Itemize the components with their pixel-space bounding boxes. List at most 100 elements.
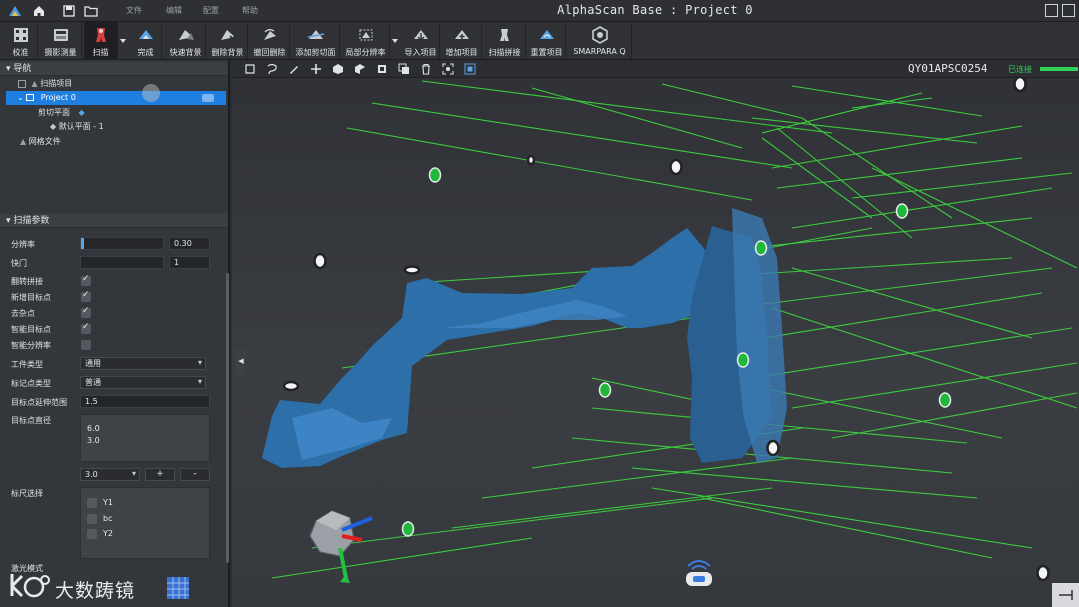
diameter-select[interactable]: 3.0 <box>80 468 140 481</box>
tree-label-scan-project: 扫描项目 <box>40 79 73 88</box>
finish-label: 完成 <box>137 48 154 57</box>
orientation-cube <box>309 510 373 583</box>
finish-button[interactable]: 完成 <box>130 22 162 60</box>
smart-resolution-label: 智能分辨率 <box>11 341 51 350</box>
qr-pattern-icon <box>167 577 189 599</box>
undo-delete-button[interactable]: 撤回删除 <box>250 22 290 60</box>
scale-y1-checkbox[interactable] <box>87 498 97 508</box>
calibration-grid-icon <box>13 25 29 45</box>
lasso-icon[interactable] <box>266 63 278 75</box>
view-iso-icon[interactable] <box>354 63 366 75</box>
home-icon[interactable] <box>32 4 46 18</box>
reset-project-button[interactable]: 重置项目 <box>528 22 566 60</box>
local-resolution-label: 局部分辨率 <box>345 48 386 57</box>
menu-edit[interactable]: 编辑 <box>166 5 182 16</box>
delete-background-button[interactable]: 删除背景 <box>208 22 248 60</box>
smart-resolution-checkbox[interactable] <box>81 340 91 350</box>
scan-mesh <box>262 208 787 468</box>
scale-bc-checkbox[interactable] <box>87 514 97 524</box>
pan-icon[interactable] <box>310 63 322 75</box>
denoise-checkbox[interactable] <box>81 306 91 318</box>
window-title: AlphaScan Base : Project 0 <box>557 3 753 17</box>
flip-stitch-checkbox[interactable] <box>81 274 91 286</box>
menu-config[interactable]: 配置 <box>203 5 219 16</box>
tree-item-mesh-file[interactable]: ▲ 网格文件 <box>20 135 61 149</box>
save-icon[interactable] <box>62 4 76 18</box>
resolution-label: 分辨率 <box>11 240 35 249</box>
add-diameter-button[interactable]: + <box>145 468 175 481</box>
tree-label-mesh-file: 网格文件 <box>28 137 61 146</box>
tree-item-default-plane[interactable]: ◆ 默认平面 - 1 <box>50 120 104 134</box>
scale-y2-label: Y2 <box>103 529 113 538</box>
menu-help[interactable]: 帮助 <box>242 5 258 16</box>
local-resolution-dropdown-icon[interactable] <box>392 38 398 44</box>
brush-icon[interactable] <box>288 63 300 75</box>
calibrate-button[interactable]: 校准 <box>4 22 38 60</box>
flip-stitch-label: 翻转拼接 <box>11 277 43 286</box>
scale-select-label: 标尺选择 <box>11 489 43 498</box>
quick-background-button[interactable]: 快速背景 <box>166 22 206 60</box>
viewport-toolbar: QY01APSC0254 已连接 <box>232 60 1079 78</box>
scale-list[interactable]: Y1 bc Y2 <box>80 487 210 559</box>
photogrammetry-icon <box>53 25 69 45</box>
marker-type-select[interactable]: 普通 <box>80 376 206 389</box>
fit-view-icon[interactable] <box>442 63 454 75</box>
add-clip-plane-button[interactable]: 添加剪切面 <box>292 22 340 60</box>
tree-item-project-0[interactable]: ⌄ Project 0 <box>6 91 226 105</box>
new-targets-checkbox[interactable] <box>81 290 91 302</box>
import-project-button[interactable]: 导入项目 <box>402 22 440 60</box>
trash-icon[interactable] <box>420 63 432 75</box>
list-item[interactable]: 3.0 <box>87 436 100 445</box>
target-diameter-list[interactable]: 6.0 3.0 <box>80 414 210 462</box>
select-rect-icon[interactable] <box>244 63 256 75</box>
clip-plane-small-icon: ◆ <box>78 108 85 117</box>
params-section-header[interactable]: ▾ 扫描参数 <box>0 214 228 228</box>
visibility-toggle-icon[interactable] <box>202 94 214 102</box>
scan-stitch-button[interactable]: 扫描拼接 <box>484 22 526 60</box>
nav-section-header[interactable]: ▾ 导航 <box>0 62 228 76</box>
plane-icon: ◆ <box>50 122 59 131</box>
nav-section-title: 导航 <box>13 64 32 74</box>
menu-file[interactable]: 文件 <box>126 5 142 16</box>
left-panel: ▾ 导航 ▲ 扫描项目 ⌄ Project 0 剪切平面 ◆ ◆ 默认平面 - … <box>0 60 230 607</box>
scale-bc-label: bc <box>103 514 113 523</box>
local-resolution-icon <box>357 25 375 45</box>
3d-viewport[interactable]: QY01APSC0254 已连接 ◀ <box>232 60 1079 607</box>
scan-dropdown-icon[interactable] <box>120 38 126 44</box>
local-resolution-button[interactable]: 局部分辨率 <box>342 22 390 60</box>
delete-background-label: 删除背景 <box>211 48 244 57</box>
shutter-input[interactable]: 1 <box>169 256 210 269</box>
connection-status: 已连接 <box>1008 65 1032 74</box>
hexagon-icon <box>591 25 609 45</box>
view-front-icon[interactable] <box>332 63 344 75</box>
open-folder-icon[interactable] <box>84 4 98 18</box>
add-project-button[interactable]: 增加项目 <box>442 22 482 60</box>
smart-targets-checkbox[interactable] <box>81 322 91 334</box>
view-top-icon[interactable] <box>376 63 388 75</box>
layers-icon[interactable] <box>398 63 410 75</box>
resolution-slider[interactable] <box>80 237 164 250</box>
tree-label-default-plane: 默认平面 - 1 <box>58 122 104 131</box>
tree-item-clip-plane[interactable]: 剪切平面 ◆ <box>38 106 85 120</box>
target-markers-green <box>401 167 952 537</box>
app-logo-icon <box>9 6 21 16</box>
remove-diameter-button[interactable]: - <box>180 468 210 481</box>
scan-button[interactable]: 扫描 <box>84 22 118 60</box>
smarpara-q-button[interactable]: SMARPARA Q <box>568 22 632 60</box>
photogrammetry-button[interactable]: 摄影测量 <box>40 22 82 60</box>
zoom-fit-icon[interactable] <box>464 63 476 75</box>
tree-item-scan-project[interactable]: ▲ 扫描项目 <box>18 77 72 91</box>
maximize-window-button[interactable] <box>1062 4 1075 17</box>
workpiece-type-select[interactable]: 通用 <box>80 357 206 370</box>
params-scrollbar[interactable] <box>226 273 229 563</box>
scale-y2-checkbox[interactable] <box>87 529 97 539</box>
scale-y1-label: Y1 <box>103 498 113 507</box>
restore-window-button[interactable] <box>1045 4 1058 17</box>
target-range-label: 目标点延伸范围 <box>11 398 67 407</box>
list-item[interactable]: 6.0 <box>87 424 100 433</box>
chevron-down-icon: ⌄ <box>17 93 27 102</box>
target-range-input[interactable]: 1.5 <box>80 395 210 408</box>
undo-delete-icon <box>261 25 279 45</box>
shutter-slider[interactable] <box>80 256 164 269</box>
resolution-input[interactable]: 0.30 <box>169 237 210 250</box>
